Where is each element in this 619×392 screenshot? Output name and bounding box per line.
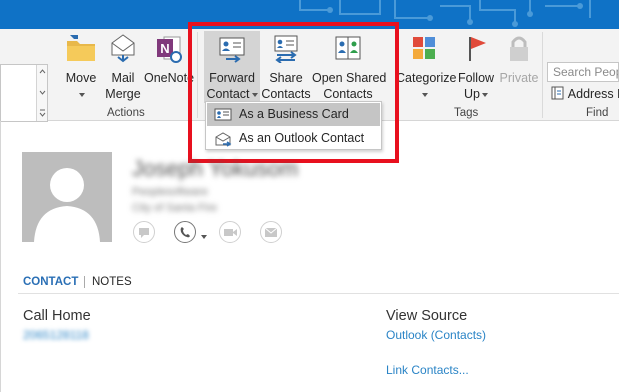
address-book-button[interactable]: Address B xyxy=(551,86,619,101)
follow-up-button[interactable]: Follow Up xyxy=(454,31,498,105)
separator xyxy=(542,32,543,118)
im-button[interactable] xyxy=(133,221,155,243)
phone-icon xyxy=(180,227,190,238)
chevron-down-icon xyxy=(79,92,85,97)
call-home-number[interactable]: 2065128118 xyxy=(23,328,89,342)
mail-merge-label-2: Merge xyxy=(105,87,141,101)
quick-steps-gallery[interactable] xyxy=(0,64,48,122)
tab-divider xyxy=(84,276,85,288)
categorize-button[interactable]: Categorize xyxy=(396,31,457,105)
tab-contact[interactable]: CONTACT xyxy=(23,276,78,288)
mail-merge-button[interactable]: Mail Merge xyxy=(103,31,143,105)
move-label: Move xyxy=(65,71,97,85)
gallery-scrollbar[interactable] xyxy=(36,65,47,121)
call-dropdown[interactable] xyxy=(199,229,207,243)
pane-divider xyxy=(0,121,1,392)
tab-notes[interactable]: NOTES xyxy=(92,276,132,288)
mail-merge-icon xyxy=(111,34,135,63)
categorize-icon xyxy=(413,37,435,59)
follow-up-label-2: Up xyxy=(464,87,480,101)
annotation-highlight-box xyxy=(188,22,399,163)
view-source-link[interactable]: Outlook (Contacts) xyxy=(386,328,486,342)
svg-text:N: N xyxy=(160,41,169,56)
email-button[interactable] xyxy=(260,221,282,243)
video-icon xyxy=(224,229,237,236)
mail-icon xyxy=(264,227,278,237)
call-home-label: Call Home xyxy=(23,308,91,324)
move-button[interactable]: Move xyxy=(58,31,104,105)
group-label-find: Find xyxy=(586,107,609,119)
chevron-down-icon xyxy=(481,92,488,97)
categorize-label: Categorize xyxy=(396,71,457,85)
address-book-label: Address B xyxy=(567,87,619,101)
person-silhouette-icon xyxy=(34,168,100,242)
search-people-input[interactable]: Search People xyxy=(547,62,619,82)
contact-title: Peoplesoftware xyxy=(132,186,208,198)
contact-company: City of Santa Fire xyxy=(132,202,217,214)
link-contacts-link[interactable]: Link Contacts... xyxy=(386,363,469,377)
call-button[interactable] xyxy=(174,221,196,243)
tab-underline xyxy=(18,293,619,294)
lock-icon xyxy=(510,36,528,61)
contact-name: Joseph Yokusom xyxy=(132,156,299,181)
follow-up-label: Follow xyxy=(457,71,495,85)
group-label-tags: Tags xyxy=(454,107,479,119)
chevron-down-icon xyxy=(422,92,428,97)
contact-avatar xyxy=(22,152,112,242)
private-button[interactable]: Private xyxy=(498,31,540,105)
mail-merge-label: Mail xyxy=(111,71,135,85)
onenote-icon: N xyxy=(157,36,182,63)
chat-icon xyxy=(139,228,149,238)
folder-icon xyxy=(67,35,95,61)
private-label: Private xyxy=(499,71,539,85)
address-book-icon xyxy=(551,86,564,100)
group-label-actions: Actions xyxy=(107,107,145,119)
flag-icon xyxy=(469,37,486,61)
video-button[interactable] xyxy=(219,221,241,243)
view-source-label: View Source xyxy=(386,308,468,324)
chevron-down-icon xyxy=(201,234,207,239)
